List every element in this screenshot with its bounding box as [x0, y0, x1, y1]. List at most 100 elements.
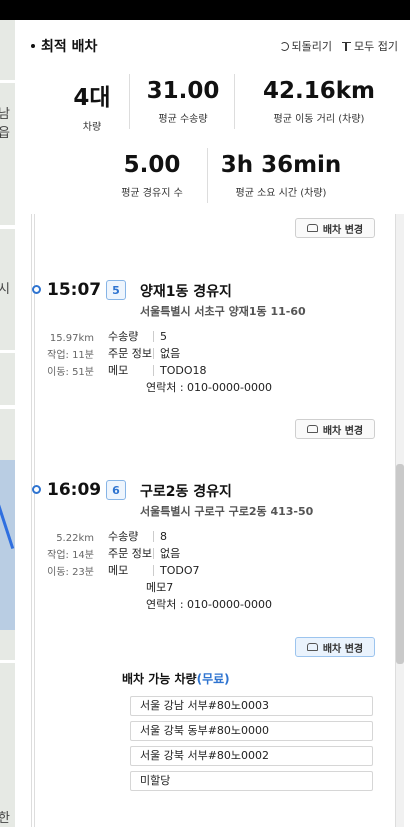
stat-value: 4대: [73, 85, 111, 111]
order-value: 없음: [160, 347, 181, 360]
stop-address: 서울특별시 구로구 구로2동 413-50: [140, 505, 314, 518]
stat-value: 5.00: [123, 152, 181, 178]
change-dispatch-button[interactable]: 배차 변경: [295, 218, 375, 238]
memo-value: TODO7: [160, 564, 200, 577]
map-label: 시: [0, 282, 10, 297]
divider: [234, 74, 235, 129]
bullet-icon: [31, 43, 35, 48]
stop-index-badge: 6: [106, 480, 126, 500]
collapse-label: 모두 접기: [354, 40, 398, 53]
undo-label: 되돌리기: [291, 40, 333, 53]
undo-icon: [279, 41, 289, 51]
map-view[interactable]: 남읍 시 한: [0, 20, 15, 827]
stat-label: 평균 경유지 수: [121, 188, 183, 199]
order-value: 없음: [160, 547, 181, 560]
stop-name: 양재1동 경유지: [140, 284, 232, 300]
qty-label: 수송량: [108, 530, 139, 543]
stat-avg-quantity: 31.00 평균 수송량: [135, 78, 231, 125]
list-item[interactable]: 15:07 5 양재1동 경유지 서울특별시 서초구 양재1동 11-60 15…: [32, 280, 395, 440]
panel-title: 최적 배차: [31, 36, 97, 56]
divider: [153, 348, 154, 359]
stat-avg-time: 3h 36min 평균 소요 시간 (차량): [211, 152, 351, 199]
timeline-dot-icon: [32, 285, 41, 294]
stat-label: 평균 소요 시간 (차량): [235, 188, 327, 199]
scrollbar[interactable]: [396, 214, 404, 827]
stat-label: 평균 수송량: [158, 114, 208, 125]
qty-label: 수송량: [108, 330, 139, 343]
free-tag: (무료): [196, 672, 230, 686]
car-icon: [306, 224, 318, 232]
stop-info: 수송량 8 주문 정보 없음 메모 TODO7 메모7 연락처 : 010-0000-…: [108, 528, 272, 613]
stat-label: 차량: [82, 122, 102, 133]
stop-info: 수송량 5 주문 정보 없음 메모 TODO18 연락처 : 010-0000-000…: [108, 328, 272, 396]
stop-distance: 15.97km: [49, 333, 94, 344]
panel-header: 최적 배차 되돌리기 모두 접기: [15, 20, 410, 70]
panel-title-text: 최적 배차: [41, 39, 98, 55]
divider: [153, 565, 154, 576]
qty-value: 5: [160, 330, 167, 343]
stat-value: 42.16km: [262, 78, 375, 104]
map-road: [0, 405, 15, 409]
map-road: [0, 660, 15, 663]
stat-avg-stops: 5.00 평균 경유지 수: [97, 152, 207, 199]
car-icon: [306, 643, 318, 651]
car-icon: [306, 425, 318, 433]
map-label: 남읍: [0, 107, 10, 141]
stat-avg-distance: 42.16km 평균 이동 거리 (차량): [239, 78, 399, 125]
collapse-all-button[interactable]: 모두 접기: [342, 38, 398, 54]
route-list[interactable]: 배차 변경 15:07 5 양재1동 경유지 서울특별시 서초구 양재1동 11…: [31, 214, 396, 827]
divider: [207, 148, 208, 203]
order-label: 주문 정보: [108, 547, 152, 560]
divider: [153, 531, 154, 542]
change-dispatch-label: 배차 변경: [322, 425, 364, 437]
undo-button[interactable]: 되돌리기: [279, 38, 333, 54]
dispatch-panel: 최적 배차 되돌리기 모두 접기 4대 차량 31.00 평균 수송량 42.1…: [15, 20, 410, 827]
stop-address: 서울특별시 서초구 양재1동 11-60: [140, 305, 306, 318]
change-dispatch-label: 배차 변경: [322, 643, 364, 655]
available-vehicle-option[interactable]: 서울 강북 동부#80노0000: [130, 721, 373, 741]
available-vehicles-title: 배차 가능 차량(무료): [122, 670, 230, 687]
memo-label: 메모: [108, 564, 129, 577]
change-dispatch-button[interactable]: 배차 변경: [295, 637, 375, 657]
memo-value: TODO18: [160, 364, 207, 377]
qty-value: 8: [160, 530, 167, 543]
stop-work-time: 작업: 11분: [47, 350, 94, 361]
memo-label: 메모: [108, 364, 129, 377]
stop-name: 구로2동 경유지: [140, 484, 232, 500]
order-label: 주문 정보: [108, 347, 152, 360]
map-label: 한: [0, 811, 10, 826]
collapse-icon: [342, 41, 352, 51]
stop-index-badge: 5: [106, 280, 126, 300]
stop-distance: 5.22km: [56, 533, 94, 544]
timeline-dot-icon: [32, 485, 41, 494]
stop-move-time: 이동: 23분: [47, 567, 94, 578]
map-road: [0, 350, 15, 353]
contact-value: 연락처 : 010-0000-0000: [146, 381, 272, 394]
available-vehicle-option[interactable]: 서울 강북 서부#80노0002: [130, 746, 373, 766]
stat-vehicles: 4대 차량: [57, 78, 127, 133]
divider: [153, 331, 154, 342]
change-dispatch-label: 배차 변경: [322, 224, 364, 236]
change-dispatch-button[interactable]: 배차 변경: [295, 419, 375, 439]
stop-time: 16:09: [47, 480, 102, 500]
divider: [153, 548, 154, 559]
header-actions: 되돌리기 모두 접기: [279, 38, 398, 54]
stat-value: 31.00: [146, 78, 220, 104]
stop-work-time: 작업: 14분: [47, 550, 94, 561]
available-vehicle-option[interactable]: 서울 강남 서부#80노0003: [130, 696, 373, 716]
scrollbar-thumb[interactable]: [396, 464, 404, 664]
unassigned-option[interactable]: 미할당: [130, 771, 373, 791]
contact-value: 연락처 : 010-0000-0000: [146, 598, 272, 611]
list-item[interactable]: 16:09 6 구로2동 경유지 서울특별시 구로구 구로2동 413-50 5…: [32, 480, 395, 660]
stop-metrics: 15.97km 작업: 11분 이동: 51분: [32, 330, 94, 381]
stop-move-time: 이동: 51분: [47, 367, 94, 378]
map-road: [0, 225, 15, 229]
divider: [129, 74, 130, 129]
summary-stats: 4대 차량 31.00 평균 수송량 42.16km 평균 이동 거리 (차량)…: [15, 74, 410, 214]
divider: [153, 365, 154, 376]
memo-value: 메모7: [146, 581, 174, 594]
available-title-text: 배차 가능 차량: [122, 672, 197, 686]
map-road: [0, 80, 15, 83]
status-bar: [0, 0, 410, 20]
stop-metrics: 5.22km 작업: 14분 이동: 23분: [32, 530, 94, 581]
